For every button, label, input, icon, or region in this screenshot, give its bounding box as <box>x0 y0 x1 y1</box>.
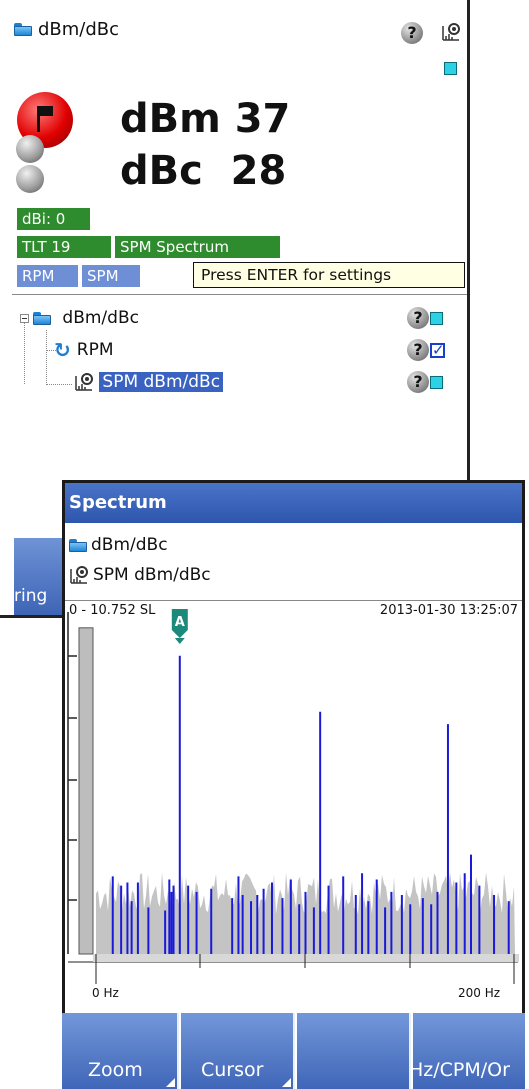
status-indicator <box>444 62 457 75</box>
tlt-tag[interactable]: TLT 19 <box>17 236 111 258</box>
row-icons: ? <box>407 371 443 393</box>
cursor-label: A <box>175 615 185 630</box>
path-folder: dBm/dBc <box>69 535 168 555</box>
status-light-icon <box>16 135 44 163</box>
status-indicator <box>430 375 443 389</box>
dbi-tag[interactable]: dBi: 0 <box>17 208 90 230</box>
spectrum-chart[interactable]: A 0 - 10.752 SL 2013-01-30 13:25:07 0 Hz… <box>65 600 522 1010</box>
divider <box>12 294 467 295</box>
rpm-tag[interactable]: RPM <box>17 265 78 287</box>
help-icon[interactable]: ? <box>407 339 429 361</box>
monitoring-button[interactable]: ring <box>14 538 62 615</box>
spectrum-toolbar: Zoom Cursor Hz/CPM/Or <box>62 1013 525 1089</box>
dbm-value: dBm 37 <box>120 96 291 142</box>
x-axis-end-label: 200 Hz <box>458 986 501 1000</box>
units-button[interactable]: Hz/CPM/Or <box>413 1013 525 1089</box>
tooltip: Press ENTER for settings <box>193 262 465 288</box>
x-axis-band <box>93 954 519 962</box>
row-icons: ? ✓ <box>407 339 445 361</box>
status-light-icon <box>16 165 44 193</box>
help-icon[interactable]: ? <box>401 22 423 44</box>
status-indicator <box>430 311 443 325</box>
measurement-icon <box>69 565 89 585</box>
tree-item-spm[interactable]: SPM dBm/dBc <box>74 370 224 394</box>
cursor-pointer <box>174 638 185 644</box>
spm-tag[interactable]: SPM <box>82 265 140 287</box>
timestamp-label: 2013-01-30 13:25:07 <box>379 603 518 618</box>
path-measurement: SPM dBm/dBc <box>69 565 211 585</box>
spectrum-plot[interactable]: A <box>65 600 522 1010</box>
dc-bar <box>78 627 94 955</box>
range-label: 0 - 10.752 SL <box>69 603 156 618</box>
spm-spectrum-tag[interactable]: SPM Spectrum <box>115 236 280 258</box>
row-icons: ? <box>407 307 443 329</box>
spectrum-title: Spectrum <box>65 483 522 523</box>
help-icon[interactable]: ? <box>407 307 429 329</box>
folder-icon <box>14 22 32 36</box>
measurement-icon <box>74 372 94 392</box>
folder-icon <box>33 311 51 325</box>
tree-item-root[interactable]: dBm/dBc <box>20 306 139 330</box>
window-title: dBm/dBc <box>14 18 119 40</box>
checkbox[interactable]: ✓ <box>430 342 445 358</box>
dbc-value: dBc 28 <box>120 148 287 194</box>
spectrum-path: dBm/dBc SPM dBm/dBc <box>65 523 522 601</box>
help-icon[interactable]: ? <box>407 371 429 393</box>
refresh-icon: ↻ <box>54 338 71 362</box>
tree-item-rpm[interactable]: ↻ RPM <box>54 338 114 362</box>
empty-toolbar-button[interactable] <box>297 1013 411 1089</box>
measurement-icon[interactable] <box>441 22 461 42</box>
x-axis-start-label: 0 Hz <box>92 986 119 1000</box>
spectrum-window: Spectrum dBm/dBc SPM dBm/dBc A 0 - 10.75… <box>62 480 525 1089</box>
collapse-icon[interactable] <box>20 313 29 323</box>
folder-icon <box>69 538 87 552</box>
cursor-button[interactable]: Cursor <box>181 1013 295 1089</box>
zoom-button[interactable]: Zoom <box>62 1013 179 1089</box>
